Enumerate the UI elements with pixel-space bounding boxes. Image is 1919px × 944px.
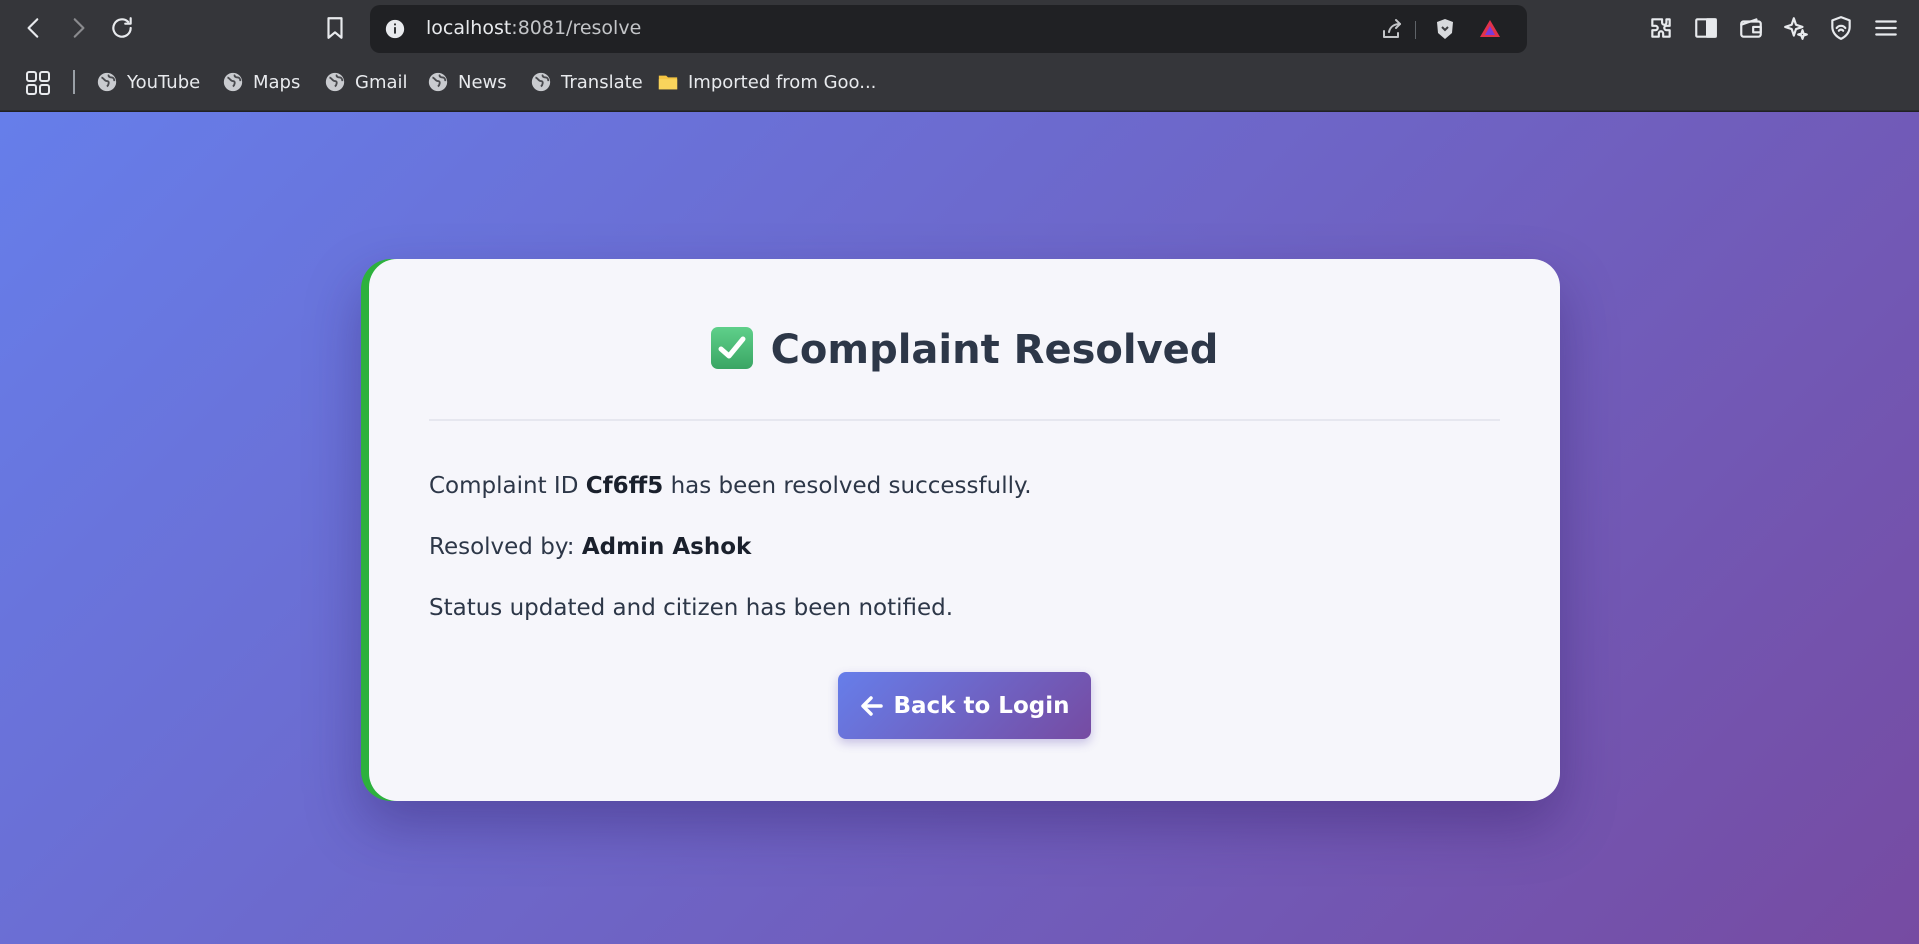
- globe-icon: [530, 71, 552, 93]
- complaint-id-value: Cf6ff5: [585, 473, 664, 499]
- bookmark-news[interactable]: News: [427, 68, 507, 96]
- back-arrow-icon[interactable]: [19, 13, 49, 43]
- complaint-id-suffix: has been resolved successfully.: [663, 473, 1032, 499]
- site-info-icon[interactable]: [380, 14, 410, 44]
- status-line: Status updated and citizen has been noti…: [429, 595, 954, 621]
- leo-ai-icon[interactable]: [1781, 13, 1811, 43]
- resolved-by-label: Resolved by:: [429, 534, 582, 560]
- bookmark-translate[interactable]: Translate: [530, 68, 643, 96]
- bookmark-label: News: [458, 71, 507, 93]
- page-viewport: Complaint Resolved Complaint ID Cf6ff5 h…: [0, 112, 1919, 944]
- folder-icon: [657, 71, 679, 93]
- bookmark-youtube[interactable]: YouTube: [96, 68, 200, 96]
- bookmark-folder-imported[interactable]: Imported from Goo...: [657, 68, 876, 96]
- page-title: Complaint Resolved: [369, 327, 1560, 373]
- apps-grid-icon[interactable]: [24, 69, 52, 97]
- bookmarks-divider: [73, 70, 75, 94]
- globe-icon: [427, 71, 449, 93]
- resolved-by-line: Resolved by: Admin Ashok: [429, 534, 751, 560]
- url-host: localhost: [426, 17, 512, 39]
- address-bar[interactable]: localhost:8081/resolve: [370, 5, 1527, 53]
- bookmark-icon[interactable]: [320, 13, 350, 43]
- extensions-puzzle-icon[interactable]: [1646, 13, 1676, 43]
- globe-icon: [222, 71, 244, 93]
- complaint-id-line: Complaint ID Cf6ff5 has been resolved su…: [429, 473, 1032, 499]
- back-to-login-button[interactable]: Back to Login: [838, 672, 1091, 739]
- result-card-border: Complaint Resolved Complaint ID Cf6ff5 h…: [361, 259, 1560, 801]
- brave-rewards-icon[interactable]: [1475, 14, 1505, 44]
- bookmark-label: Gmail: [355, 71, 408, 93]
- wallet-icon[interactable]: [1736, 13, 1766, 43]
- complaint-id-prefix: Complaint ID: [429, 473, 586, 499]
- bookmark-gmail[interactable]: Gmail: [324, 68, 408, 96]
- share-icon[interactable]: [1377, 14, 1407, 44]
- bookmark-label: Imported from Goo...: [688, 71, 877, 93]
- brave-shields-icon[interactable]: [1430, 14, 1460, 44]
- bookmark-maps[interactable]: Maps: [222, 68, 300, 96]
- menu-icon[interactable]: [1871, 13, 1901, 43]
- resolved-by-value: Admin Ashok: [581, 534, 752, 560]
- check-mark-icon: [710, 327, 753, 369]
- title-divider: [429, 419, 1500, 421]
- vpn-shield-icon[interactable]: [1826, 13, 1856, 43]
- result-card: Complaint Resolved Complaint ID Cf6ff5 h…: [369, 259, 1560, 801]
- url-text[interactable]: localhost:8081/resolve: [426, 17, 641, 39]
- url-divider: [1415, 21, 1416, 39]
- globe-icon: [324, 71, 346, 93]
- browser-toolbar: localhost:8081/resolve: [0, 0, 1919, 58]
- title-text: Complaint Resolved: [770, 327, 1219, 373]
- arrow-left-icon: [860, 695, 884, 717]
- url-path: :8081/resolve: [511, 17, 642, 39]
- bookmark-label: Translate: [561, 71, 643, 93]
- bookmark-label: YouTube: [127, 71, 201, 93]
- bookmark-label: Maps: [253, 71, 301, 93]
- forward-arrow-icon[interactable]: [63, 13, 93, 43]
- back-to-login-label: Back to Login: [893, 692, 1070, 719]
- sidebar-icon[interactable]: [1691, 13, 1721, 43]
- reload-icon[interactable]: [107, 13, 137, 43]
- globe-icon: [96, 71, 118, 93]
